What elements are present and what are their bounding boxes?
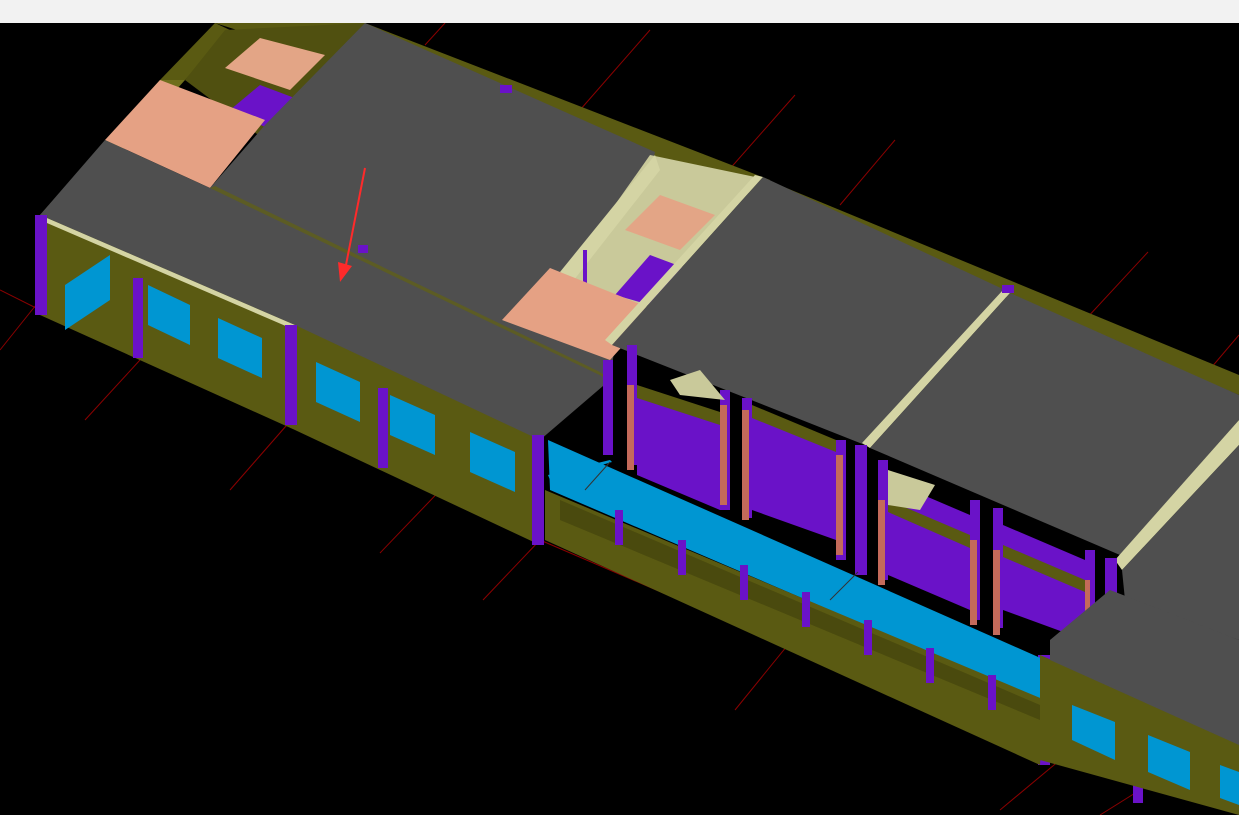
title-bar [0,0,1239,23]
model-canvas[interactable] [0,23,1239,815]
3d-viewport[interactable] [0,23,1239,815]
